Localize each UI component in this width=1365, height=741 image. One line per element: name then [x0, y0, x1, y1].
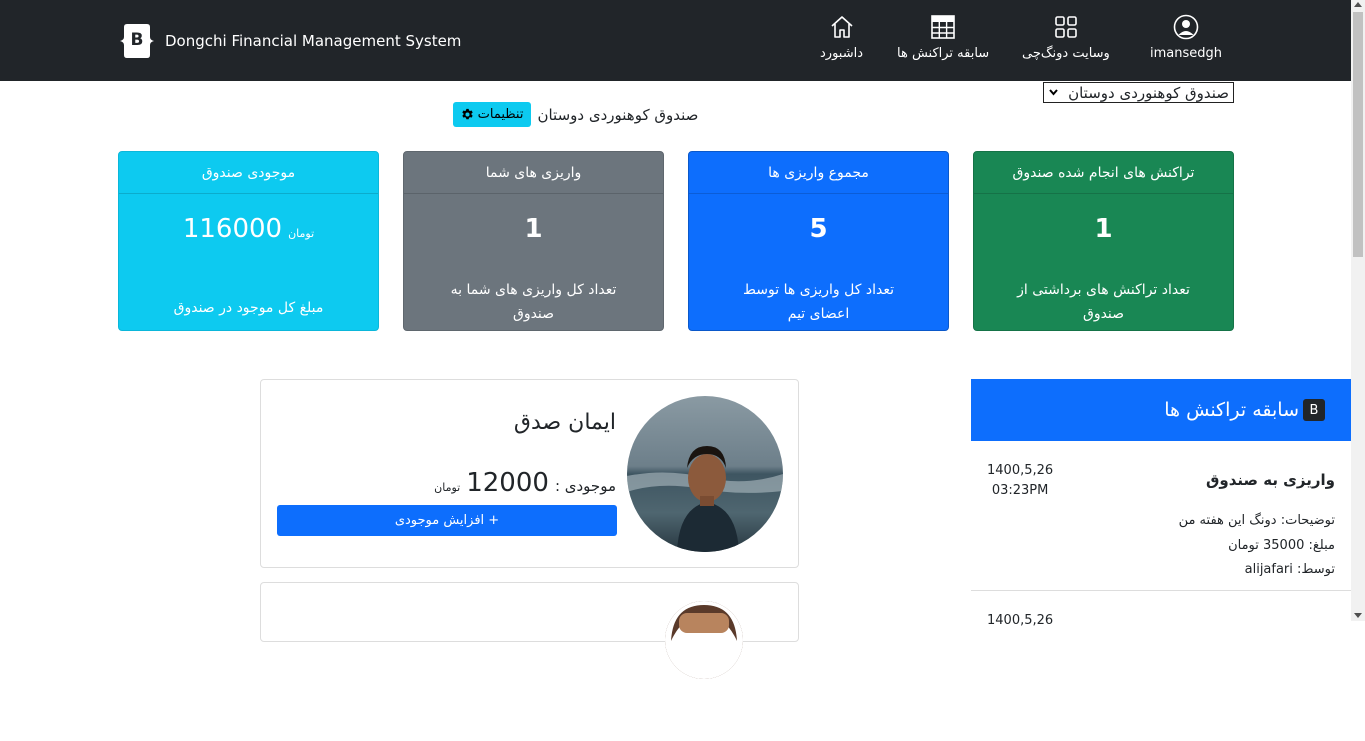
- fund-balance-value: 116000: [182, 214, 283, 244]
- fund-select[interactable]: صندوق کوهنوردی دوستان: [1043, 82, 1234, 103]
- currency-unit: تومان: [434, 481, 461, 494]
- settings-label: تنظیمات: [477, 107, 524, 122]
- fund-select-value: صندوق کوهنوردی دوستان: [1068, 83, 1229, 102]
- transaction-time: 03:23PM: [991, 483, 1049, 498]
- bootstrap-logo-icon: B: [118, 24, 156, 58]
- bootstrap-badge-icon: B: [1303, 399, 1325, 421]
- card-header: واریزی های شما: [404, 152, 663, 194]
- grid-icon: [1055, 16, 1077, 38]
- card-value: 1: [1094, 214, 1113, 244]
- transaction-date: 1400,5,26: [987, 463, 1054, 478]
- transaction-datetime: 1400,5,26 03:23PM: [987, 461, 1053, 501]
- nav-label-profile: imansedgh: [1150, 46, 1222, 61]
- brand-letter: B: [130, 30, 144, 50]
- card-header: موجودی صندوق: [119, 152, 378, 194]
- nav-item-history[interactable]: سابقه تراکنش ها: [897, 14, 989, 61]
- card-total-deposits: مجموع واریزی ها 5 تعداد کل واریزی ها توس…: [688, 151, 949, 331]
- card-text: تعداد کل واریزی های شما به صندوق: [450, 282, 617, 322]
- card-your-deposits: واریزی های شما 1 تعداد کل واریزی های شما…: [403, 151, 664, 331]
- transaction-date: 1400,5,26: [987, 613, 1054, 628]
- transaction-by: توسط: alijafari: [1244, 562, 1335, 577]
- avatar: [627, 396, 783, 552]
- card-header: تراکنش های انجام شده صندوق: [974, 152, 1233, 194]
- add-balance-button[interactable]: + افزایش موجودی: [277, 505, 617, 536]
- member-balance: موجودی : 12000 تومان: [434, 468, 616, 498]
- home-icon: [830, 16, 853, 38]
- transaction-description: توضیحات: دونگ این هفته من: [1178, 513, 1335, 528]
- settings-button[interactable]: تنظیمات: [452, 102, 532, 127]
- fund-title: صندوق کوهنوردی دوستان: [537, 105, 699, 124]
- member-name: ایمان صدق: [513, 410, 616, 435]
- balance-label: موجودی :: [554, 477, 616, 495]
- fund-balance: تومان 116000: [119, 214, 378, 244]
- scroll-up-icon[interactable]: [1354, 2, 1362, 7]
- transaction-item[interactable]: 1400,5,26: [971, 591, 1351, 741]
- member-card: ایمان صدق موجودی : 12000 تومان + افزایش …: [260, 379, 799, 568]
- nav-label-history: سابقه تراکنش ها: [897, 46, 990, 61]
- currency-unit: تومان: [288, 227, 315, 240]
- scroll-thumb[interactable]: [1353, 12, 1363, 257]
- transaction-item[interactable]: 1400,5,26 03:23PM واریزی به صندوق توضیحا…: [971, 441, 1351, 591]
- transaction-amount: مبلغ: 35000 تومان: [1228, 538, 1335, 553]
- user-circle-icon: [1173, 14, 1199, 40]
- nav-item-profile[interactable]: imansedgh: [1150, 14, 1222, 61]
- card-text: مبلغ کل موجود در صندوق: [173, 300, 324, 316]
- card-text: تعداد تراکنش های برداشتی از صندوق: [1017, 282, 1190, 322]
- page-scrollbar[interactable]: [1351, 0, 1365, 621]
- nav-item-dashboard[interactable]: داشبورد: [820, 14, 863, 61]
- member-card: [260, 582, 799, 679]
- nav-label-dashboard: داشبورد: [820, 46, 863, 61]
- card-fund-transactions: تراکنش های انجام شده صندوق 1 تعداد تراکن…: [973, 151, 1234, 331]
- gear-icon: [461, 108, 473, 120]
- scroll-down-icon[interactable]: [1354, 613, 1362, 618]
- transaction-history-panel: سابقه تراکنش ها B 1400,5,26 03:23PM واری…: [971, 379, 1351, 741]
- table-icon: [931, 15, 955, 39]
- nav-label-website: وسایت دونگ‌چی: [1022, 46, 1110, 61]
- card-header: مجموع واریزی ها: [689, 152, 948, 194]
- card-value: 5: [809, 214, 828, 244]
- card-text: تعداد کل واریزی ها توسط اعضای تیم: [743, 282, 894, 322]
- fund-title-row: صندوق کوهنوردی دوستان تنظیمات: [0, 102, 1351, 127]
- card-value: 1: [524, 214, 543, 244]
- transaction-datetime: 1400,5,26: [987, 611, 1053, 631]
- brand-title: Dongchi Financial Management System: [165, 32, 462, 50]
- avatar: [665, 601, 743, 679]
- nav-item-website[interactable]: وسایت دونگ‌چی: [1022, 14, 1110, 61]
- card-fund-balance: موجودی صندوق تومان 116000 مبلغ کل موجود …: [118, 151, 379, 331]
- chevron-down-icon: [1049, 88, 1058, 99]
- balance-value: 12000: [466, 468, 549, 498]
- transaction-title: واریزی به صندوق: [1205, 471, 1335, 489]
- history-title: سابقه تراکنش ها: [1164, 399, 1299, 421]
- history-header: سابقه تراکنش ها B: [971, 379, 1351, 441]
- brand[interactable]: B Dongchi Financial Management System: [118, 24, 461, 58]
- navbar: B Dongchi Financial Management System im…: [0, 0, 1351, 81]
